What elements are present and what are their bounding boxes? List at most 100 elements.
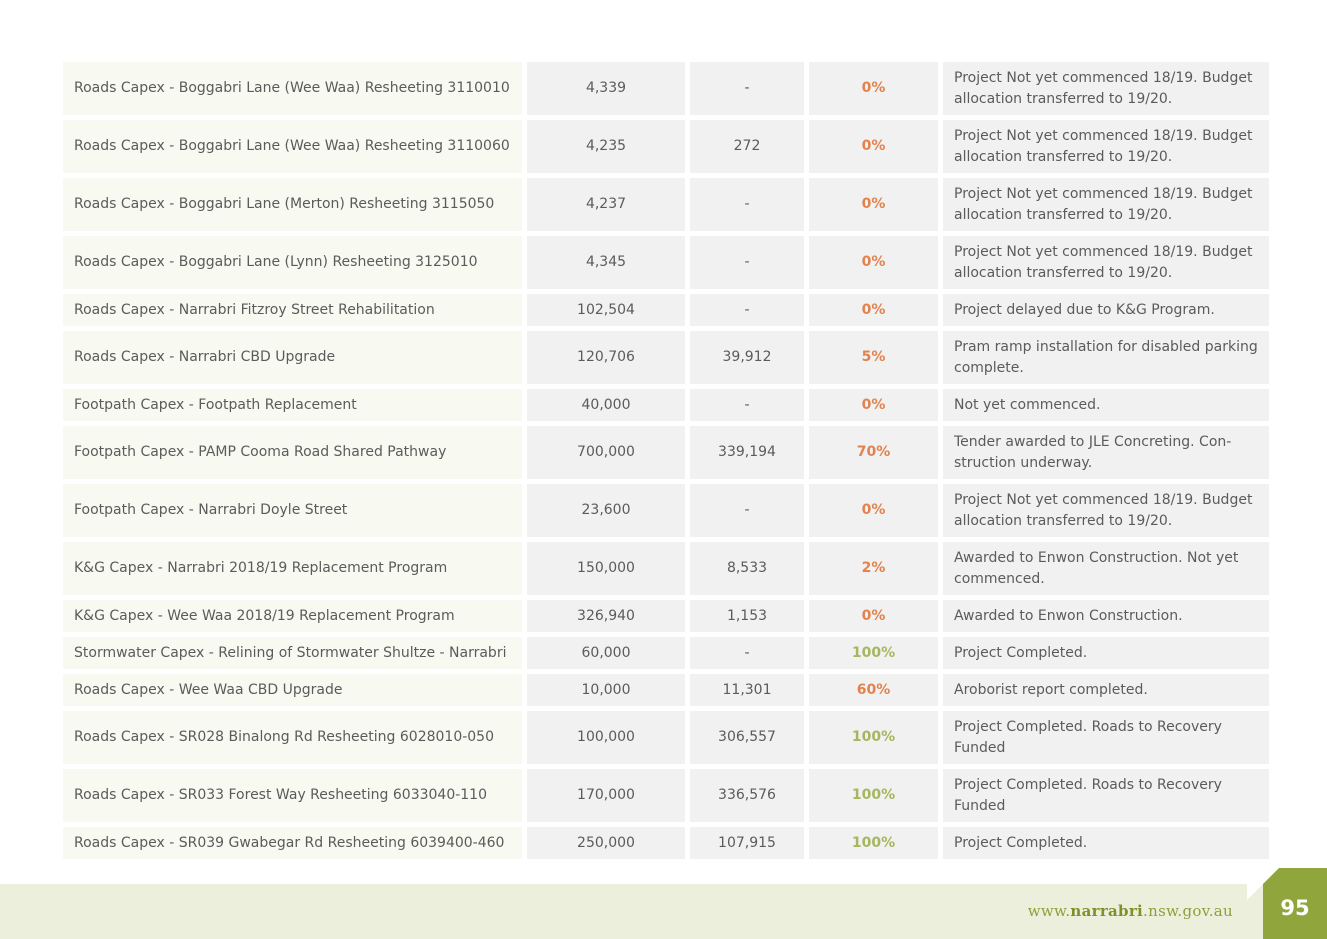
table-row: Roads Capex - Boggabri Lane (Merton) Res… (63, 178, 1269, 231)
comment-cell: Project Not yet commenced 18/19. Budget … (943, 120, 1269, 173)
capex-table: Roads Capex - Boggabri Lane (Wee Waa) Re… (58, 57, 1274, 864)
table-row: Roads Capex - SR039 Gwabegar Rd Resheeti… (63, 827, 1269, 859)
actual-cell: 39,912 (690, 331, 804, 384)
comment-cell: Pram ramp installation for disabled park… (943, 331, 1269, 384)
budget-cell: 60,000 (527, 637, 685, 669)
percent-complete-cell: 5% (809, 331, 938, 384)
actual-cell: 11,301 (690, 674, 804, 706)
comment-cell: Awarded to Enwon Construction. Not yet c… (943, 542, 1269, 595)
actual-cell: 1,153 (690, 600, 804, 632)
percent-complete-cell: 0% (809, 600, 938, 632)
comment-cell: Aroborist report completed. (943, 674, 1269, 706)
comment-cell: Awarded to Enwon Construction. (943, 600, 1269, 632)
project-name-cell: K&G Capex - Wee Waa 2018/19 Replacement … (63, 600, 522, 632)
project-name-cell: Footpath Capex - Narrabri Doyle Street (63, 484, 522, 537)
percent-complete-cell: 0% (809, 62, 938, 115)
percent-complete-cell: 0% (809, 120, 938, 173)
table-row: Roads Capex - Boggabri Lane (Lynn) Reshe… (63, 236, 1269, 289)
comment-cell: Project Not yet commenced 18/19. Budget … (943, 178, 1269, 231)
percent-complete-cell: 0% (809, 178, 938, 231)
footer-url-brand: narrabri (1070, 902, 1144, 920)
project-name-cell: Roads Capex - Wee Waa CBD Upgrade (63, 674, 522, 706)
footer-url-prefix: www. (1027, 902, 1071, 920)
percent-complete-cell: 100% (809, 827, 938, 859)
comment-cell: Project Completed. Roads to Recovery Fun… (943, 769, 1269, 822)
budget-cell: 250,000 (527, 827, 685, 859)
budget-cell: 4,237 (527, 178, 685, 231)
table-row: Stormwater Capex - Relining of Stormwate… (63, 637, 1269, 669)
percent-complete-cell: 0% (809, 484, 938, 537)
comment-cell: Not yet commenced. (943, 389, 1269, 421)
table-row: Roads Capex - Boggabri Lane (Wee Waa) Re… (63, 120, 1269, 173)
project-name-cell: Footpath Capex - PAMP Cooma Road Shared … (63, 426, 522, 479)
percent-complete-cell: 2% (809, 542, 938, 595)
page: Roads Capex - Boggabri Lane (Wee Waa) Re… (0, 0, 1327, 939)
budget-cell: 23,600 (527, 484, 685, 537)
table-row: Roads Capex - Narrabri Fitzroy Street Re… (63, 294, 1269, 326)
actual-cell: 107,915 (690, 827, 804, 859)
comment-cell: Tender awarded to JLE Concreting. Con-st… (943, 426, 1269, 479)
actual-cell: - (690, 178, 804, 231)
budget-cell: 100,000 (527, 711, 685, 764)
percent-complete-cell: 0% (809, 236, 938, 289)
comment-cell: Project Completed. (943, 637, 1269, 669)
actual-cell: - (690, 484, 804, 537)
percent-complete-cell: 100% (809, 637, 938, 669)
budget-cell: 700,000 (527, 426, 685, 479)
project-name-cell: Roads Capex - Boggabri Lane (Wee Waa) Re… (63, 62, 522, 115)
comment-cell: Project Completed. (943, 827, 1269, 859)
comment-cell: Project Not yet commenced 18/19. Budget … (943, 62, 1269, 115)
table-row: K&G Capex - Narrabri 2018/19 Replacement… (63, 542, 1269, 595)
capex-table-body: Roads Capex - Boggabri Lane (Wee Waa) Re… (63, 62, 1269, 859)
project-name-cell: Roads Capex - Boggabri Lane (Wee Waa) Re… (63, 120, 522, 173)
budget-cell: 4,345 (527, 236, 685, 289)
percent-complete-cell: 60% (809, 674, 938, 706)
project-name-cell: K&G Capex - Narrabri 2018/19 Replacement… (63, 542, 522, 595)
percent-complete-cell: 0% (809, 389, 938, 421)
table-row: Roads Capex - Wee Waa CBD Upgrade 10,000 1… (63, 674, 1269, 706)
table-row: Roads Capex - SR028 Binalong Rd Resheeti… (63, 711, 1269, 764)
actual-cell: 8,533 (690, 542, 804, 595)
budget-cell: 120,706 (527, 331, 685, 384)
project-name-cell: Roads Capex - SR033 Forest Way Resheetin… (63, 769, 522, 822)
percent-complete-cell: 100% (809, 711, 938, 764)
project-name-cell: Roads Capex - Narrabri CBD Upgrade (63, 331, 522, 384)
budget-cell: 40,000 (527, 389, 685, 421)
table-row: Footpath Capex - Footpath Replacement 40,… (63, 389, 1269, 421)
comment-cell: Project Not yet commenced 18/19. Budget … (943, 236, 1269, 289)
table-row: K&G Capex - Wee Waa 2018/19 Replacement … (63, 600, 1269, 632)
actual-cell: - (690, 236, 804, 289)
budget-cell: 4,339 (527, 62, 685, 115)
actual-cell: 336,576 (690, 769, 804, 822)
project-name-cell: Roads Capex - SR028 Binalong Rd Resheeti… (63, 711, 522, 764)
actual-cell: - (690, 294, 804, 326)
table-row: Roads Capex - SR033 Forest Way Resheetin… (63, 769, 1269, 822)
table-row: Footpath Capex - Narrabri Doyle Street 23… (63, 484, 1269, 537)
budget-cell: 102,504 (527, 294, 685, 326)
percent-complete-cell: 0% (809, 294, 938, 326)
page-number: 95 (1280, 896, 1310, 920)
project-name-cell: Roads Capex - Narrabri Fitzroy Street Re… (63, 294, 522, 326)
percent-complete-cell: 100% (809, 769, 938, 822)
actual-cell: - (690, 637, 804, 669)
footer-website-link[interactable]: www.narrabri.nsw.gov.au (1028, 902, 1233, 920)
page-footer: www.narrabri.nsw.gov.au (0, 884, 1327, 939)
actual-cell: 306,557 (690, 711, 804, 764)
budget-cell: 10,000 (527, 674, 685, 706)
budget-cell: 326,940 (527, 600, 685, 632)
budget-cell: 150,000 (527, 542, 685, 595)
project-name-cell: Footpath Capex - Footpath Replacement (63, 389, 522, 421)
project-name-cell: Stormwater Capex - Relining of Stormwate… (63, 637, 522, 669)
actual-cell: - (690, 62, 804, 115)
project-name-cell: Roads Capex - SR039 Gwabegar Rd Resheeti… (63, 827, 522, 859)
actual-cell: - (690, 389, 804, 421)
percent-complete-cell: 70% (809, 426, 938, 479)
table-row: Roads Capex - Boggabri Lane (Wee Waa) Re… (63, 62, 1269, 115)
table-row: Footpath Capex - PAMP Cooma Road Shared … (63, 426, 1269, 479)
comment-cell: Project Not yet commenced 18/19. Budget … (943, 484, 1269, 537)
project-name-cell: Roads Capex - Boggabri Lane (Merton) Res… (63, 178, 522, 231)
project-name-cell: Roads Capex - Boggabri Lane (Lynn) Reshe… (63, 236, 522, 289)
comment-cell: Project Completed. Roads to Recovery Fun… (943, 711, 1269, 764)
actual-cell: 339,194 (690, 426, 804, 479)
comment-cell: Project delayed due to K&G Program. (943, 294, 1269, 326)
